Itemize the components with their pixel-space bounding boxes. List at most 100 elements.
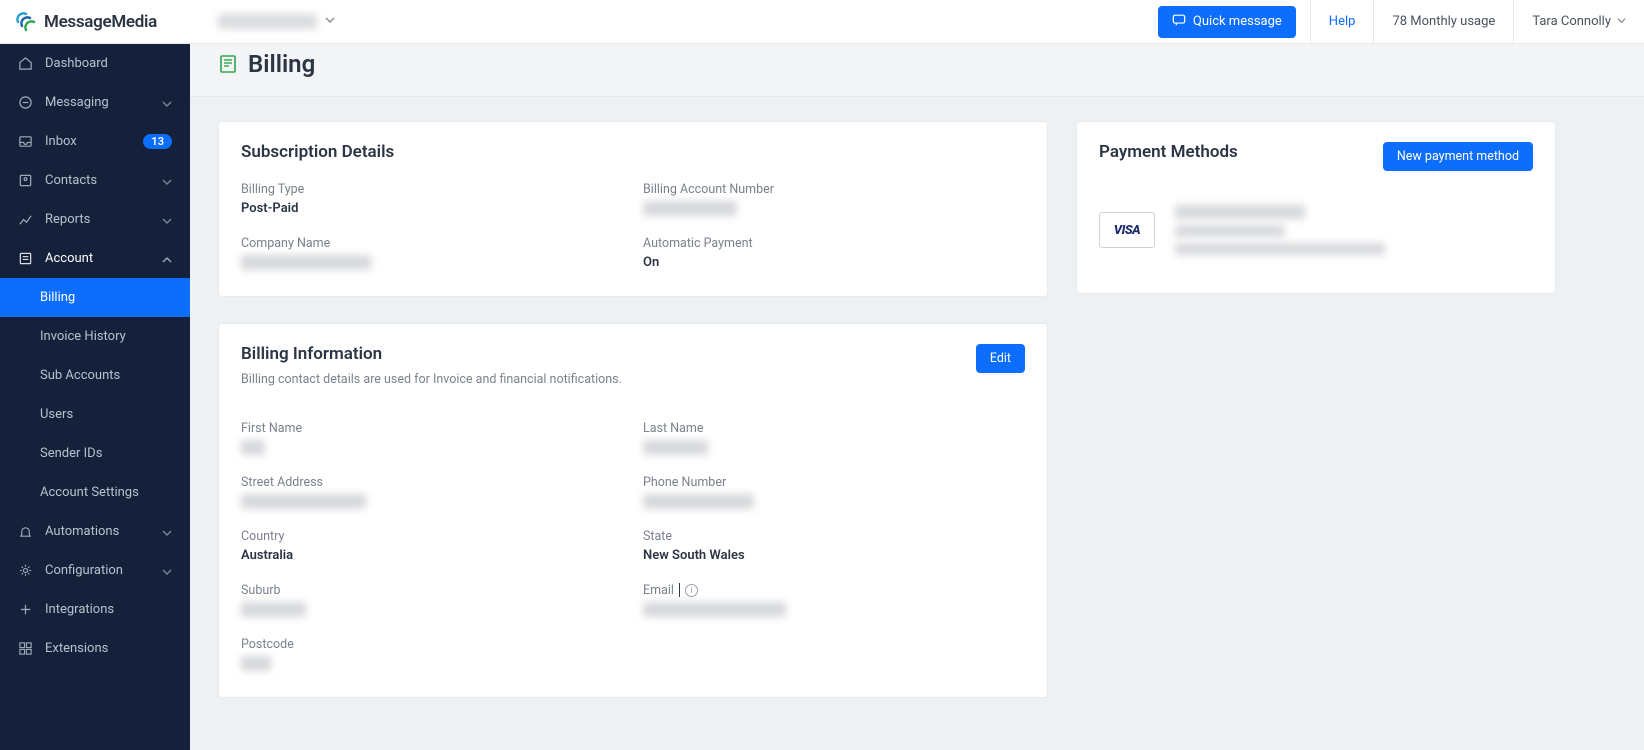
field-first-name: First Name RED	[241, 421, 623, 455]
card-name-redacted: REDACTED NAME	[1175, 225, 1285, 237]
subscription-title: Subscription Details	[241, 142, 394, 162]
billing-icon	[218, 54, 238, 74]
quick-message-label: Quick message	[1193, 14, 1282, 29]
sidebar-item-label: Account	[45, 251, 93, 266]
sidebar-item-label: Inbox	[45, 134, 77, 149]
help-link[interactable]: Help	[1310, 0, 1374, 43]
field-value-redacted: REDACTED ADDRESS	[241, 494, 366, 509]
page-title: Billing	[248, 50, 315, 78]
sidebar-item-label: Contacts	[45, 173, 97, 188]
sidebar-sub-invoice-history[interactable]: Invoice History	[0, 317, 190, 356]
quick-message-button[interactable]: Quick message	[1158, 6, 1296, 38]
grid-icon	[18, 641, 33, 656]
sidebar-sub-sender-ids[interactable]: Sender IDs	[0, 434, 190, 473]
field-account-number: Billing Account Number REDACTED0000	[643, 182, 1025, 216]
payment-methods-card: Payment Methods New payment method VISA …	[1076, 121, 1556, 294]
field-value-redacted: REDACTED COMPANY	[241, 255, 371, 270]
topbar-right: Quick message Help 78 Monthly usage Tara…	[1158, 0, 1644, 43]
field-value-redacted: REDACTED0000	[643, 201, 737, 216]
field-label: Company Name	[241, 236, 623, 251]
sidebar-sub-billing[interactable]: Billing	[0, 278, 190, 317]
sidebar-sub-sub-accounts[interactable]: Sub Accounts	[0, 356, 190, 395]
content: Subscription Details Billing Type Post-P…	[190, 97, 1644, 748]
payment-card-row: VISA REDACTED CARD NUM ** REDACTED NAME …	[1077, 187, 1555, 293]
chart-icon	[18, 212, 33, 227]
field-value: On	[643, 255, 1025, 270]
field-billing-type: Billing Type Post-Paid	[241, 182, 623, 216]
payment-methods-title: Payment Methods	[1099, 142, 1238, 162]
field-value: Australia	[241, 548, 623, 563]
field-label: Last Name	[643, 421, 1025, 436]
sidebar-item-extensions[interactable]: Extensions	[0, 629, 190, 668]
sidebar-item-label: Configuration	[45, 563, 123, 578]
field-country: Country Australia	[241, 529, 623, 563]
billing-info-subtitle: Billing contact details are used for Inv…	[241, 372, 622, 387]
home-icon	[18, 56, 33, 71]
workspace-selector[interactable]: workspace name	[218, 14, 335, 29]
field-label: First Name	[241, 421, 623, 436]
sidebar-item-account[interactable]: Account	[0, 239, 190, 278]
inbox-badge: 13	[143, 134, 172, 149]
col-left: Subscription Details Billing Type Post-P…	[218, 121, 1048, 724]
user-menu[interactable]: Tara Connolly	[1513, 0, 1644, 43]
sidebar-sub-account-settings[interactable]: Account Settings	[0, 473, 190, 512]
field-phone: Phone Number REDACTED PHONE	[643, 475, 1025, 509]
chevron-down-icon	[162, 566, 172, 576]
field-suburb: Suburb REDACTED	[241, 583, 623, 617]
bell-icon	[18, 524, 33, 539]
field-value: New South Wales	[643, 548, 1025, 563]
field-label: Country	[241, 529, 623, 544]
field-label: Street Address	[241, 475, 623, 490]
main: Billing Subscription Details Billing Typ…	[190, 44, 1644, 750]
field-label: Phone Number	[643, 475, 1025, 490]
info-icon[interactable]: i	[685, 584, 698, 597]
field-label: Automatic Payment	[643, 236, 1025, 251]
field-company-name: Company Name REDACTED COMPANY	[241, 236, 623, 270]
field-value-redacted: REDACTED PHONE	[643, 494, 754, 509]
page-header: Billing	[190, 44, 1644, 97]
field-email: Email i REDACTED EMAIL ADDR	[643, 583, 1025, 617]
field-label: Postcode	[241, 637, 623, 652]
field-label: Suburb	[241, 583, 623, 598]
brand-name: MessageMedia	[44, 12, 157, 32]
brand[interactable]: MessageMedia	[0, 10, 200, 34]
field-label: State	[643, 529, 1025, 544]
field-auto-payment: Automatic Payment On	[643, 236, 1025, 270]
sidebar-item-configuration[interactable]: Configuration	[0, 551, 190, 590]
sidebar-item-reports[interactable]: Reports	[0, 200, 190, 239]
sidebar-item-label: Automations	[45, 524, 119, 539]
edit-button[interactable]: Edit	[976, 344, 1025, 373]
sidebar-item-integrations[interactable]: Integrations	[0, 590, 190, 629]
sidebar-item-automations[interactable]: Automations	[0, 512, 190, 551]
integration-icon	[18, 602, 33, 617]
new-payment-method-button[interactable]: New payment method	[1383, 142, 1533, 171]
contacts-icon	[18, 173, 33, 188]
sidebar-sub-users[interactable]: Users	[0, 395, 190, 434]
field-street: Street Address REDACTED ADDRESS	[241, 475, 623, 509]
sidebar-item-dashboard[interactable]: Dashboard	[0, 44, 190, 83]
field-last-name: Last Name REDACTED	[643, 421, 1025, 455]
field-postcode: Postcode 0000	[241, 637, 623, 671]
billing-info-title: Billing Information	[241, 344, 622, 364]
usage-indicator[interactable]: 78 Monthly usage	[1373, 0, 1513, 43]
text-cursor-icon	[679, 583, 680, 597]
sidebar: Dashboard Messaging Inbox 13 Contacts Re…	[0, 44, 190, 750]
message-icon	[18, 95, 33, 110]
field-label: Email i	[643, 583, 1025, 598]
sidebar-item-contacts[interactable]: Contacts	[0, 161, 190, 200]
sidebar-item-label: Integrations	[45, 602, 114, 617]
message-icon	[1172, 13, 1186, 31]
chevron-down-icon	[162, 98, 172, 108]
user-name: Tara Connolly	[1532, 14, 1611, 29]
sidebar-item-inbox[interactable]: Inbox 13	[0, 122, 190, 161]
sidebar-item-messaging[interactable]: Messaging	[0, 83, 190, 122]
col-right: Payment Methods New payment method VISA …	[1076, 121, 1556, 320]
field-label: Billing Type	[241, 182, 623, 197]
sidebar-item-label: Extensions	[45, 641, 108, 656]
brand-logo-icon	[14, 10, 38, 34]
workspace-name-redacted: workspace name	[218, 14, 317, 29]
field-value-redacted: 0000	[241, 656, 271, 671]
chevron-down-icon	[1617, 14, 1626, 29]
chevron-down-icon	[162, 215, 172, 225]
billing-info-card: Billing Information Billing contact deta…	[218, 323, 1048, 698]
